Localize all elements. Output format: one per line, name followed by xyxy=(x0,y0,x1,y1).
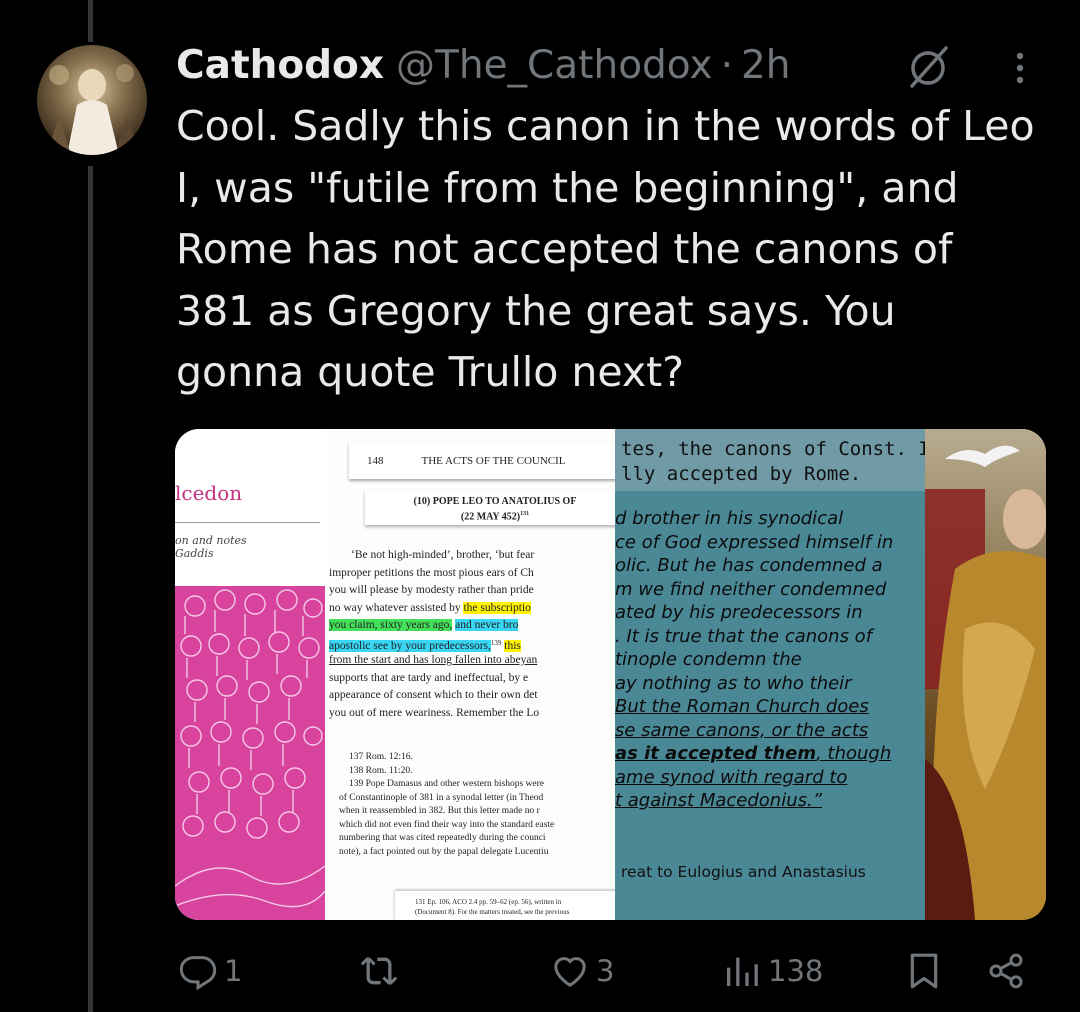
repost-button[interactable] xyxy=(356,946,408,996)
running-title: THE ACTS OF THE COUNCIL xyxy=(421,455,566,467)
separator-dot: · xyxy=(720,42,733,88)
gregory-painting-image xyxy=(925,429,1046,920)
page-body: ‘Be not high-minded’, brother, ‘but fear… xyxy=(329,549,540,719)
view-count: 138 xyxy=(768,954,824,988)
like-button[interactable]: 3 xyxy=(550,946,614,996)
repost-icon xyxy=(360,957,398,985)
bookmark-icon xyxy=(910,953,938,989)
cover-subtitle: on and notes Gaddis xyxy=(175,534,247,560)
page-header: 148 THE ACTS OF THE COUNCIL xyxy=(349,443,615,479)
tweet-header: Cathodox @The_Cathodox · 2h xyxy=(176,40,791,90)
display-name[interactable]: Cathodox xyxy=(176,43,384,88)
views-button[interactable]: 138 xyxy=(722,946,823,996)
views-icon xyxy=(727,957,758,986)
bookmark-button[interactable] xyxy=(904,946,944,996)
reply-button[interactable]: 1 xyxy=(178,946,242,996)
teal-quote-text: d brother in his synodical ce of God exp… xyxy=(615,508,894,811)
more-icon[interactable] xyxy=(1010,48,1030,88)
tweet-media[interactable]: lcedon on and notes Gaddis 148 THE ACTS … xyxy=(175,429,1046,920)
tweet-text: Cool. Sadly this canon in the words of L… xyxy=(176,102,1035,396)
thread-line-top xyxy=(88,0,93,42)
teal-caption: reat to Eulogius and Anastasius xyxy=(621,863,866,881)
grok-icon[interactable] xyxy=(904,44,954,90)
book-page-image: 148 THE ACTS OF THE COUNCIL (10) POPE LE… xyxy=(325,429,615,920)
share-button[interactable] xyxy=(984,946,1028,996)
action-bar: 1 3 138 xyxy=(0,946,1080,996)
user-handle[interactable]: @The_Cathodox xyxy=(396,43,713,88)
cover-divider xyxy=(175,522,320,523)
cover-icon-art xyxy=(175,586,325,920)
book-cover-image: lcedon on and notes Gaddis xyxy=(175,429,325,920)
thread-line-bottom xyxy=(88,166,93,1012)
cover-title: lcedon xyxy=(175,481,243,505)
like-count: 3 xyxy=(596,954,615,988)
teal-heading: tes, the canons of Const. I lly accepted… xyxy=(615,429,925,491)
reply-count: 1 xyxy=(224,954,243,988)
section-heading: (10) POPE LEO TO ANATOLIUS OF (22 MAY 45… xyxy=(365,491,615,525)
like-icon xyxy=(554,957,586,987)
timestamp[interactable]: 2h xyxy=(741,43,791,88)
page-footnote: 131 Ep. 106, ACO 2.4 pp. 59–62 (ep. 56),… xyxy=(395,891,615,920)
avatar[interactable] xyxy=(37,45,147,155)
share-icon xyxy=(989,953,1023,989)
page-number: 148 xyxy=(367,455,384,467)
page-notes: 137 Rom. 12:16. 138 Rom. 11:20. 139 Pope… xyxy=(339,752,555,857)
reply-icon xyxy=(179,956,217,991)
teal-quote-image: tes, the canons of Const. I lly accepted… xyxy=(615,429,925,920)
